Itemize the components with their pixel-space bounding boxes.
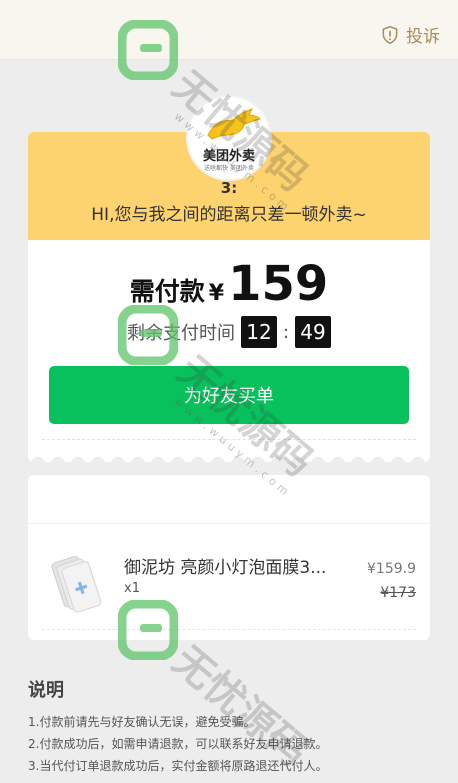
timer-seconds: 49 — [295, 316, 332, 348]
product-name[interactable]: 御泥坊 亮颜小灯泡面膜3... — [124, 553, 354, 578]
divider — [28, 523, 430, 524]
amount-label: 需付款 — [129, 277, 205, 306]
instructions-title: 说明 — [28, 680, 64, 701]
amount-value: 159 — [228, 256, 329, 312]
divider — [42, 439, 416, 440]
complaint-label: 投诉 — [406, 27, 440, 47]
instruction-item: 2.付款成功后，如需申请退款，可以联系好友申请退款。 — [28, 737, 328, 751]
instruction-item: 3.当代付订单退款成功后，实付金额将原路退还代付人。 — [28, 759, 328, 773]
face-mask-product-image — [51, 556, 102, 613]
logo-tagline: 送啥都快 美团外卖 — [204, 165, 254, 172]
divider — [42, 629, 416, 630]
complaint-button[interactable]: 投诉 — [380, 22, 440, 47]
kangaroo-icon — [207, 108, 261, 140]
logo-brand: 美团外卖 — [202, 149, 255, 164]
timer-minutes: 12 — [240, 316, 277, 348]
countdown-timer: 剩余支付时间 12 : 49 — [28, 316, 430, 348]
instructions-section: 说明 1.付款前请先与好友确认无误，避免受骗。 2.付款成功后，如需申请退款，可… — [28, 676, 438, 777]
amount-currency: ¥ — [208, 281, 225, 306]
timer-label: 剩余支付时间 — [126, 323, 235, 344]
meituan-waimai-logo: 美团外卖 送啥都快 美团外卖 — [186, 95, 272, 181]
instruction-item: 1.付款前请先与好友确认无误，避免受骗。 — [28, 715, 256, 729]
timer-separator: : — [282, 321, 290, 343]
payer-name: 3: — [220, 179, 238, 197]
shield-warning-icon — [382, 25, 398, 44]
amount-row: 需付款 ¥ 159 — [28, 260, 430, 308]
product-original-price: ¥173 — [380, 585, 416, 601]
payer-message: HI,您与我之间的距离只差一顿外卖~ — [91, 205, 367, 225]
scalloped-edge — [28, 442, 430, 462]
top-bar: 投诉 — [0, 0, 458, 60]
pay-for-friend-button[interactable]: 为好友买单 — [49, 366, 409, 424]
product-card: 御泥坊 亮颜小灯泡面膜3... x1 ¥159.9 ¥173 — [28, 475, 430, 640]
payment-card: 3: HI,您与我之间的距离只差一顿外卖~ 需付款 ¥ 159 剩余支付时间 1… — [28, 132, 430, 462]
product-quantity: x1 — [124, 581, 140, 596]
product-price: ¥159.9 — [367, 561, 416, 577]
